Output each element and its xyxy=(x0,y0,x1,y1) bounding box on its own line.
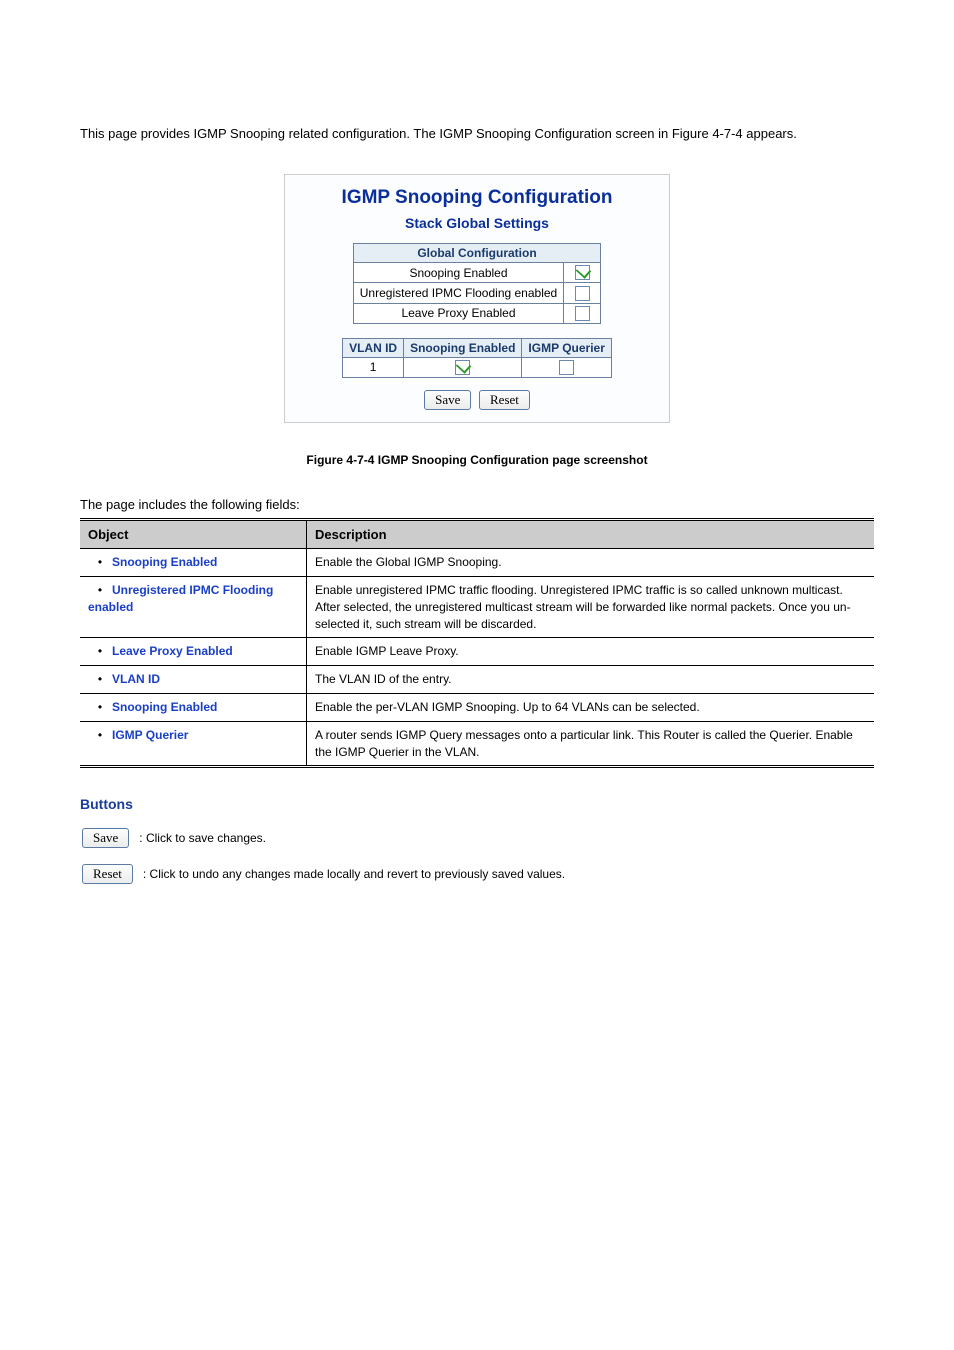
leave-proxy-checkbox[interactable] xyxy=(575,306,590,321)
vlan-table: VLAN ID Snooping Enabled IGMP Querier 1 xyxy=(342,338,612,378)
global-config-header: Global Configuration xyxy=(353,243,600,262)
desc-cell: Enable the per-VLAN IGMP Snooping. Up to… xyxy=(307,693,875,721)
save-desc: : Click to save changes. xyxy=(139,831,266,845)
vlan-querier-checkbox[interactable] xyxy=(559,360,574,375)
reset-desc: : Click to undo any changes made locally… xyxy=(143,867,565,881)
snooping-enabled-checkbox[interactable] xyxy=(575,265,590,280)
save-button-sample[interactable]: Save xyxy=(82,828,129,848)
obj-cell: •Leave Proxy Enabled xyxy=(80,638,307,666)
desc-intro: The page includes the following fields: xyxy=(80,497,874,512)
col-object: Object xyxy=(80,520,307,549)
global-row-label: Unregistered IPMC Flooding enabled xyxy=(353,283,563,303)
vlan-col-id: VLAN ID xyxy=(343,338,404,357)
global-row-label: Leave Proxy Enabled xyxy=(353,303,563,323)
vlan-col-querier: IGMP Querier xyxy=(522,338,611,357)
vlan-col-snoop: Snooping Enabled xyxy=(404,338,522,357)
desc-cell: Enable unregistered IPMC traffic floodin… xyxy=(307,576,875,637)
vlan-id-cell: 1 xyxy=(343,357,404,377)
obj-cell: •VLAN ID xyxy=(80,666,307,694)
desc-cell: A router sends IGMP Query messages onto … xyxy=(307,721,875,767)
obj-cell: •Snooping Enabled xyxy=(80,693,307,721)
obj-cell: •IGMP Querier xyxy=(80,721,307,767)
figure-caption: Figure 4-7-4 IGMP Snooping Configuration… xyxy=(80,453,874,467)
panel-title: IGMP Snooping Configuration xyxy=(295,187,659,209)
ipmc-flooding-checkbox[interactable] xyxy=(575,286,590,301)
description-table: Object Description •Snooping Enabled Ena… xyxy=(80,518,874,768)
reset-button[interactable]: Reset xyxy=(479,390,530,410)
desc-cell: The VLAN ID of the entry. xyxy=(307,666,875,694)
desc-cell: Enable the Global IGMP Snooping. xyxy=(307,549,875,577)
vlan-snooping-checkbox[interactable] xyxy=(455,360,470,375)
config-panel: IGMP Snooping Configuration Stack Global… xyxy=(284,174,670,423)
buttons-header: Buttons xyxy=(80,796,874,812)
reset-button-sample[interactable]: Reset xyxy=(82,864,133,884)
col-description: Description xyxy=(307,520,875,549)
global-config-table: Global Configuration Snooping Enabled Un… xyxy=(353,243,601,324)
global-row-label: Snooping Enabled xyxy=(353,262,563,282)
save-button[interactable]: Save xyxy=(424,390,471,410)
desc-cell: Enable IGMP Leave Proxy. xyxy=(307,638,875,666)
obj-cell: •Unregistered IPMC Flooding enabled xyxy=(80,576,307,637)
obj-cell: •Snooping Enabled xyxy=(80,549,307,577)
panel-subtitle: Stack Global Settings xyxy=(295,215,659,231)
pre-text: This page provides IGMP Snooping related… xyxy=(80,125,874,144)
